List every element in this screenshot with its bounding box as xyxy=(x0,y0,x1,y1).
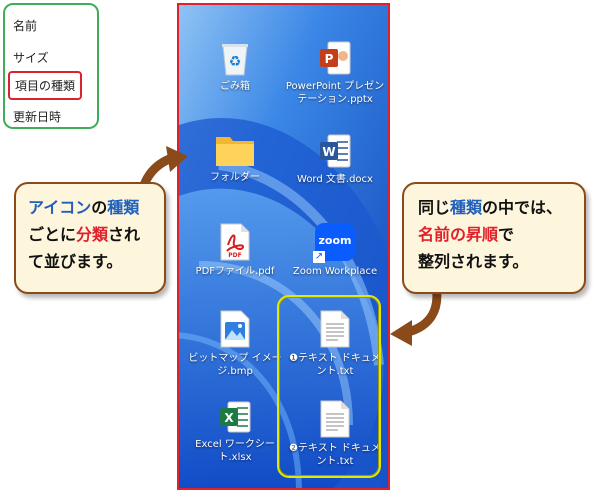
zoom-icon: zoom ↗ xyxy=(313,223,355,263)
word-file-icon: W xyxy=(320,134,351,168)
folder-icon xyxy=(216,137,254,166)
svg-text:X: X xyxy=(224,411,234,425)
svg-text:P: P xyxy=(325,52,334,66)
callout-type-grouping: アイコンの種類 ごとに分類され て並びます。 xyxy=(14,182,166,294)
sort-menu-item-name[interactable]: 名前 xyxy=(13,17,37,34)
callout-text: て並びます。 xyxy=(28,252,123,271)
powerpoint-file-icon: P xyxy=(320,41,351,75)
desktop-icon-zoom[interactable]: zoom ↗ Zoom Workplace xyxy=(285,223,385,278)
same-type-highlight xyxy=(277,295,381,478)
bitmap-image-icon xyxy=(220,310,250,348)
desktop-icon-pdf[interactable]: PDF PDFファイル.pdf xyxy=(185,223,285,278)
desktop-icon-excel[interactable]: X Excel ワークシート.xlsx xyxy=(185,400,285,464)
callout-text: 分類 xyxy=(76,225,109,244)
sort-menu-item-modified[interactable]: 更新日時 xyxy=(13,108,61,125)
sort-menu-item-type[interactable]: 項目の種類 xyxy=(8,71,83,100)
callout-name-ascending: 同じ種類の中では、 名前の昇順で 整列されます。 xyxy=(402,182,586,294)
shortcut-arrow-icon: ↗ xyxy=(313,251,325,263)
recycle-bin-icon: ♻ xyxy=(222,44,248,76)
callout-text: 種類 xyxy=(450,198,483,217)
desktop-icon-label: Excel ワークシート.xlsx xyxy=(195,439,275,463)
callout-text: 整列されます。 xyxy=(418,252,529,271)
svg-text:PDF: PDF xyxy=(228,252,241,259)
callout-text: で xyxy=(498,225,515,244)
desktop-icon-folder[interactable]: フォルダー xyxy=(185,133,285,184)
callout-text: の xyxy=(91,198,108,217)
desktop-icon-label: PDFファイル.pdf xyxy=(195,266,275,277)
sort-menu-item-size[interactable]: サイズ xyxy=(13,49,49,66)
callout-text: 種類 xyxy=(107,198,140,217)
callout-text: 名前の昇順 xyxy=(418,225,499,244)
desktop-icon-label: ごみ箱 xyxy=(220,81,250,92)
desktop-icon-recycle-bin[interactable]: ♻ ごみ箱 xyxy=(185,40,285,93)
callout-text: の中では、 xyxy=(482,198,563,217)
svg-text:W: W xyxy=(322,145,335,159)
excel-file-icon: X xyxy=(220,401,251,433)
zoom-icon-text: zoom xyxy=(318,234,352,247)
desktop-icon-label: Zoom Workplace xyxy=(292,266,378,277)
callout-text: され xyxy=(108,225,141,244)
callout-text: 同じ xyxy=(418,198,451,217)
desktop-icon-bitmap[interactable]: ビットマップ イメージ.bmp xyxy=(185,310,285,378)
desktop-icon-label: ビットマップ イメージ.bmp xyxy=(188,353,282,377)
svg-text:♻: ♻ xyxy=(229,54,242,70)
desktop-icon-powerpoint[interactable]: P PowerPoint プレゼンテーション.pptx xyxy=(285,40,385,106)
callout-text: ごとに xyxy=(28,225,77,244)
desktop-icon-label: フォルダー xyxy=(210,172,260,183)
desktop-icon-word[interactable]: W Word 文書.docx xyxy=(285,133,385,186)
sort-menu: 名前 サイズ 項目の種類 更新日時 xyxy=(3,3,99,129)
callout-text: アイコン xyxy=(28,198,92,217)
pdf-file-icon: PDF xyxy=(220,223,250,261)
desktop-icon-label: Word 文書.docx xyxy=(297,174,373,185)
desktop-icon-label: PowerPoint プレゼンテーション.pptx xyxy=(285,81,385,105)
